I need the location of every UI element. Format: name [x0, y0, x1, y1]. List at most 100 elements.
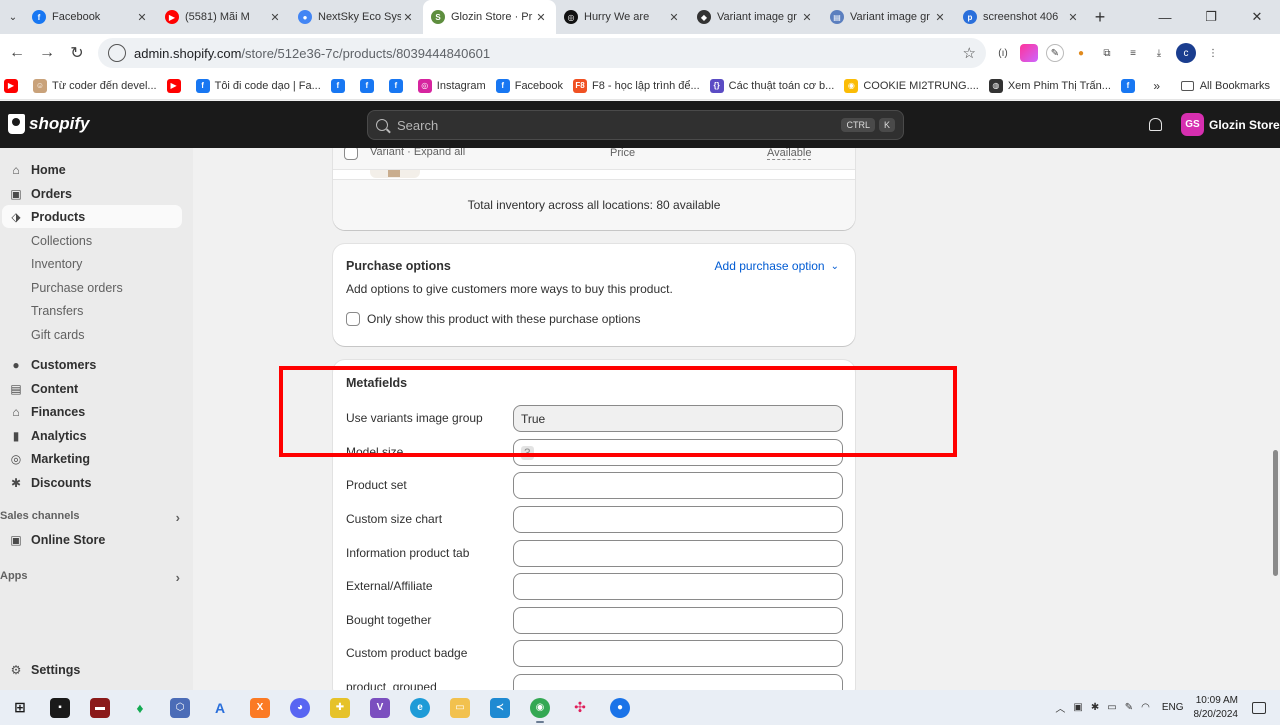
sidebar-item-inventory[interactable]: Inventory — [31, 257, 82, 271]
tab-close-icon[interactable]: ✕ — [800, 11, 814, 24]
bookmark-item[interactable]: f Tôi đi code dạo | Fa... — [195, 78, 321, 93]
taskbar-visual-studio[interactable]: V — [360, 690, 400, 725]
wifi-icon[interactable]: ◠ — [1141, 702, 1150, 713]
notification-icon[interactable] — [1252, 701, 1266, 714]
bluetooth-icon[interactable]: ✱ — [1091, 702, 1099, 713]
taskbar-xampp[interactable]: X — [240, 690, 280, 725]
metafield-input[interactable]: True — [513, 405, 843, 432]
taskbar-chrome[interactable]: ◉ — [520, 690, 560, 725]
all-bookmarks-button[interactable]: All Bookmarks — [1180, 80, 1270, 92]
tab-close-icon[interactable]: ✕ — [933, 11, 947, 24]
system-clock[interactable]: 10:09 AM 8/20/2024 — [1194, 694, 1239, 722]
taskbar-maps[interactable]: ● — [600, 690, 640, 725]
sidebar-item-purchase-orders[interactable]: Purchase orders — [31, 281, 123, 295]
metafield-input[interactable] — [513, 540, 843, 567]
puzzle-icon[interactable]: ⧉ — [1098, 44, 1116, 62]
tray-overflow-chevron-icon[interactable]: ︿ — [1055, 700, 1065, 715]
bookmark-item[interactable]: f — [388, 78, 408, 93]
download-icon[interactable]: ⤓ — [1150, 44, 1168, 62]
only-show-checkbox[interactable] — [346, 312, 360, 326]
sidebar-item-analytics[interactable]: ▮ Analytics — [2, 424, 182, 447]
taskbar-app-red[interactable]: ▬ — [80, 690, 120, 725]
bookmark-item[interactable]: f — [1120, 78, 1140, 93]
pen-icon[interactable]: ✎ — [1125, 702, 1133, 713]
new-tab-button[interactable]: + — [1088, 5, 1112, 29]
metafield-input[interactable] — [513, 607, 843, 634]
battery-icon[interactable]: ▭ — [1107, 702, 1116, 713]
metafield-input[interactable] — [513, 472, 843, 499]
shopify-logo[interactable]: shopify — [8, 114, 89, 134]
bookmark-item[interactable]: {} Các thuật toán cơ b... — [709, 78, 834, 93]
back-arrow-icon[interactable]: ← — [2, 38, 32, 68]
metafield-input[interactable] — [513, 573, 843, 600]
metafield-input[interactable]: 3 — [513, 439, 843, 466]
taskbar-discord[interactable]: ◕ — [280, 690, 320, 725]
tab-search-icon[interactable]: ⌄ — [2, 6, 24, 28]
purchase-options-only-checkbox-row[interactable]: Only show this product with these purcha… — [346, 312, 640, 326]
sidebar-item-home[interactable]: ⌂ Home — [2, 158, 182, 181]
sidebar-item-transfers[interactable]: Transfers — [31, 304, 83, 318]
add-purchase-option-button[interactable]: Add purchase option ⌄ — [715, 259, 839, 273]
sidebar-item-products[interactable]: ⬗ Products — [2, 205, 182, 228]
search-input[interactable] — [397, 117, 838, 133]
variant-thumbnail[interactable] — [370, 170, 420, 178]
sidebar-item-content[interactable]: ▤ Content — [2, 377, 182, 400]
sales-channels-section[interactable]: Sales channels › — [0, 510, 182, 525]
url-text[interactable]: admin.shopify.com/store/512e36-7c/produc… — [134, 46, 963, 61]
reload-icon[interactable]: ↻ — [62, 38, 92, 68]
bookmark-item[interactable]: ▶ — [166, 78, 186, 93]
bookmark-item[interactable]: ◎ Instagram — [417, 78, 486, 93]
taskbar-mongodb[interactable]: ♦ — [120, 690, 160, 725]
taskbar-vscode[interactable]: ≺ — [480, 690, 520, 725]
minimize-icon[interactable]: — — [1142, 0, 1188, 34]
sidebar-item-orders[interactable]: ▣ Orders — [2, 182, 182, 205]
language-indicator[interactable]: ENG — [1162, 702, 1184, 713]
taskbar-app-hex[interactable]: ⬡ — [160, 690, 200, 725]
store-menu-button[interactable]: GS Glozin Store — [1181, 113, 1280, 136]
bookmark-star-icon[interactable]: ☆ — [963, 44, 976, 62]
chrome-menu-icon[interactable]: ⋮ — [1204, 44, 1222, 62]
browser-tab[interactable]: S Glozin Store · Pr ✕ — [423, 0, 556, 34]
page-scrollbar[interactable] — [1271, 148, 1280, 690]
forward-arrow-icon[interactable]: → — [32, 38, 62, 68]
tab-close-icon[interactable]: ✕ — [268, 11, 282, 24]
cookie-extension-icon[interactable]: ● — [1072, 44, 1090, 62]
nvidia-icon[interactable]: ▣ — [1073, 702, 1082, 713]
taskbar-edge[interactable]: e — [400, 690, 440, 725]
taskbar-store[interactable]: ▪ — [40, 690, 80, 725]
metafield-input[interactable] — [513, 640, 843, 667]
sidebar-item-customers[interactable]: ● Customers — [2, 353, 182, 376]
sidebar-item-gift-cards[interactable]: Gift cards — [31, 328, 85, 342]
restore-icon[interactable]: ❐ — [1188, 0, 1234, 34]
apps-section[interactable]: Apps › — [0, 570, 182, 585]
address-bar[interactable]: admin.shopify.com/store/512e36-7c/produc… — [98, 38, 986, 68]
admin-search-bar[interactable]: CTRL K — [367, 110, 904, 140]
cast-icon[interactable]: (ı) — [994, 44, 1012, 62]
browser-tab[interactable]: ◆ Variant image gr ✕ — [689, 0, 822, 34]
taskbar-slack[interactable]: ✣ — [560, 690, 600, 725]
browser-tab[interactable]: ● NextSky Eco Sys ✕ — [290, 0, 423, 34]
taskbar-file-explorer[interactable]: ▭ — [440, 690, 480, 725]
sidebar-item-collections[interactable]: Collections — [31, 234, 92, 248]
sidebar-item-marketing[interactable]: ◎ Marketing — [2, 447, 182, 470]
pen-extension-icon[interactable]: ✎ — [1046, 44, 1064, 62]
bookmark-item[interactable]: ◍ Xem Phim Thị Trấn... — [988, 78, 1111, 93]
browser-tab[interactable]: f Facebook ✕ — [24, 0, 157, 34]
browser-tab[interactable]: p screenshot 406 ✕ — [955, 0, 1088, 34]
sidebar-item-finances[interactable]: ⌂ Finances — [2, 400, 182, 423]
notification-bell-icon[interactable] — [1149, 118, 1162, 131]
browser-tab[interactable]: ▶ (5581) Mãi M ✕ — [157, 0, 290, 34]
bookmark-item[interactable]: ☺ Từ coder đến devel... — [33, 78, 157, 93]
bookmark-item[interactable]: f — [330, 78, 350, 93]
more-bookmarks-chevron[interactable]: » — [1153, 79, 1160, 93]
taskbar-app-a[interactable]: A — [200, 690, 240, 725]
metafield-input[interactable] — [513, 506, 843, 533]
sidebar-item-online-store[interactable]: ▣ Online Store — [2, 528, 182, 551]
available-header[interactable]: Available — [767, 148, 812, 160]
expand-all-link[interactable]: Expand all — [414, 148, 465, 158]
tab-close-icon[interactable]: ✕ — [401, 11, 415, 24]
start-button[interactable]: ⊞ — [0, 690, 40, 725]
bookmark-item[interactable]: ▶ — [4, 78, 23, 93]
tab-close-icon[interactable]: ✕ — [135, 11, 149, 24]
bookmark-item[interactable]: F8 F8 - học lập trình để... — [573, 78, 700, 93]
